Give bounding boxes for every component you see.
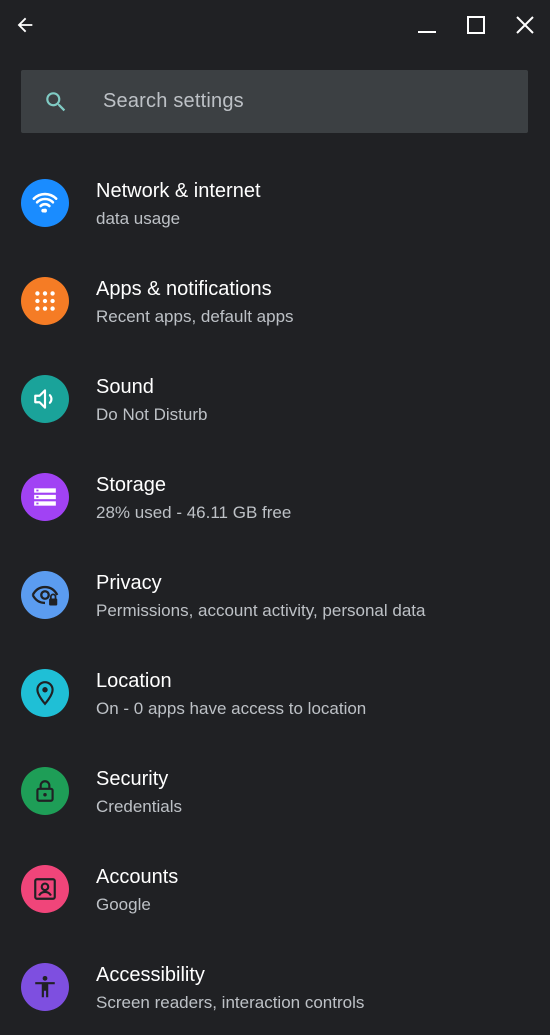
account-box-icon	[21, 865, 69, 913]
setting-apps-notifications[interactable]: Apps & notifications Recent apps, defaul…	[0, 251, 550, 349]
setting-subtitle: Credentials	[96, 797, 182, 816]
volume-icon	[21, 375, 69, 423]
search-placeholder: Search settings	[103, 90, 244, 112]
search-bar[interactable]: Search settings	[21, 70, 528, 133]
search-icon	[46, 92, 66, 112]
back-button[interactable]	[6, 6, 44, 44]
setting-storage[interactable]: Storage 28% used - 46.11 GB free	[0, 447, 550, 545]
minimize-button[interactable]	[408, 6, 446, 44]
setting-subtitle: Permissions, account activity, personal …	[96, 601, 426, 620]
setting-subtitle: 28% used - 46.11 GB free	[96, 503, 292, 522]
setting-title: Security	[96, 768, 169, 790]
title-bar	[0, 0, 550, 50]
maximize-button[interactable]	[457, 6, 495, 44]
close-icon	[516, 16, 534, 34]
arrow-left-icon	[17, 17, 33, 33]
apps-grid-icon	[21, 277, 69, 325]
setting-subtitle: data usage	[96, 209, 181, 228]
setting-subtitle: On - 0 apps have access to location	[96, 699, 367, 718]
accessibility-icon	[21, 963, 69, 1011]
location-pin-icon	[21, 669, 69, 717]
setting-privacy[interactable]: Privacy Permissions, account activity, p…	[0, 545, 550, 643]
setting-subtitle: Do Not Disturb	[96, 405, 208, 424]
setting-title: Sound	[96, 376, 154, 398]
setting-security[interactable]: Security Credentials	[0, 741, 550, 839]
setting-subtitle: Recent apps, default apps	[96, 307, 294, 326]
setting-subtitle: Google	[96, 895, 151, 914]
setting-title: Storage	[96, 474, 167, 496]
close-button[interactable]	[506, 6, 544, 44]
privacy-eye-icon	[21, 571, 69, 619]
storage-icon	[21, 473, 69, 521]
setting-accounts[interactable]: Accounts Google	[0, 839, 550, 937]
lock-icon	[21, 767, 69, 815]
setting-accessibility[interactable]: Accessibility Screen readers, interactio…	[0, 937, 550, 1035]
setting-location[interactable]: Location On - 0 apps have access to loca…	[0, 643, 550, 741]
setting-title: Network & internet	[96, 180, 261, 202]
setting-title: Location	[96, 670, 172, 692]
setting-title: Accounts	[96, 866, 179, 888]
setting-title: Apps & notifications	[96, 278, 272, 300]
setting-subtitle: Screen readers, interaction controls	[96, 993, 365, 1012]
setting-network-internet[interactable]: Network & internet data usage	[0, 153, 550, 251]
setting-sound[interactable]: Sound Do Not Disturb	[0, 349, 550, 447]
wifi-icon	[21, 179, 69, 227]
setting-title: Accessibility	[96, 964, 205, 986]
maximize-icon	[467, 16, 485, 34]
setting-title: Privacy	[96, 572, 162, 594]
minimize-icon	[418, 31, 436, 33]
